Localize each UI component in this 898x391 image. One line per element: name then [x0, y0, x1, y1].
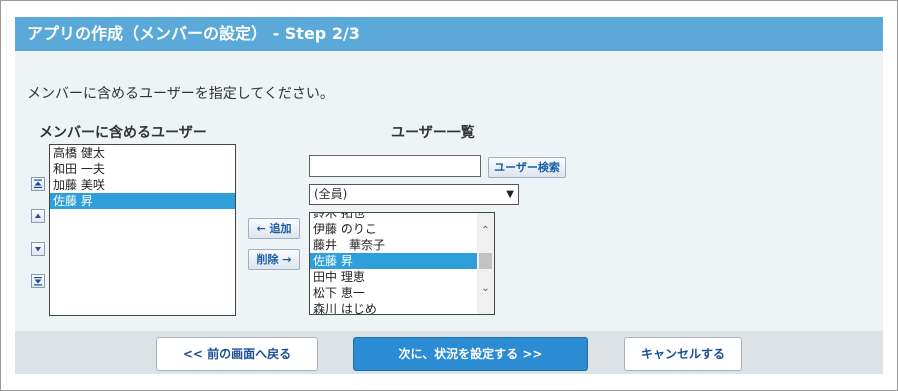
move-down-icon[interactable]	[31, 242, 45, 256]
footer-bar: << 前の画面へ戻る 次に、状況を設定する >> キャンセルする	[15, 331, 883, 374]
users-scrollbar[interactable]: ⌃ ⌄	[477, 213, 494, 314]
add-button[interactable]: ← 追加	[248, 218, 300, 239]
user-item[interactable]: 森川 はじめ	[310, 301, 478, 314]
scroll-thumb[interactable]	[479, 253, 492, 269]
user-search-input[interactable]	[309, 155, 481, 177]
user-item[interactable]: 松下 恵一	[310, 285, 478, 301]
users-listbox[interactable]: 鈴木 拓也 伊藤 のりこ 藤井 華奈子 佐藤 昇 田中 理恵 松下 恵一 森川 …	[309, 212, 495, 315]
user-item[interactable]: 伊藤 のりこ	[310, 221, 478, 237]
user-item[interactable]: 藤井 華奈子	[310, 237, 478, 253]
page-title: アプリの作成（メンバーの設定） - Step 2/3	[15, 17, 883, 51]
move-up-icon[interactable]	[31, 209, 45, 223]
wizard-panel: アプリの作成（メンバーの設定） - Step 2/3 メンバーに含めるユーザーを…	[15, 17, 883, 374]
next-button[interactable]: 次に、状況を設定する >>	[353, 337, 588, 371]
dialog-frame: アプリの作成（メンバーの設定） - Step 2/3 メンバーに含めるユーザーを…	[0, 0, 898, 391]
members-heading: メンバーに含めるユーザー	[39, 125, 207, 141]
user-item[interactable]: 田中 理恵	[310, 269, 478, 285]
back-button[interactable]: << 前の画面へ戻る	[156, 337, 318, 371]
chevron-down-icon: ▼	[506, 189, 514, 200]
remove-button[interactable]: 削除 →	[248, 249, 300, 270]
group-select[interactable]: (全員) ▼	[309, 184, 519, 205]
group-select-value: (全員)	[314, 187, 348, 201]
member-item-selected[interactable]: 佐藤 昇	[50, 193, 235, 209]
move-bottom-icon[interactable]	[31, 274, 45, 288]
instruction-text: メンバーに含めるユーザーを指定してください。	[27, 86, 334, 102]
member-item[interactable]: 高橋 健太	[50, 145, 235, 161]
member-item[interactable]: 和田 一夫	[50, 161, 235, 177]
move-top-icon[interactable]	[31, 177, 45, 191]
users-heading: ユーザー一覧	[391, 125, 475, 141]
cancel-button[interactable]: キャンセルする	[624, 337, 742, 371]
members-listbox[interactable]: 高橋 健太 和田 一夫 加藤 美咲 佐藤 昇	[49, 144, 236, 316]
scroll-down-icon[interactable]: ⌄	[477, 283, 494, 294]
member-item[interactable]: 加藤 美咲	[50, 177, 235, 193]
user-item[interactable]: 鈴木 拓也	[310, 213, 478, 221]
user-search-button[interactable]: ユーザー検索	[488, 157, 566, 178]
user-item-selected[interactable]: 佐藤 昇	[310, 253, 478, 269]
scroll-up-icon[interactable]: ⌃	[477, 225, 494, 236]
